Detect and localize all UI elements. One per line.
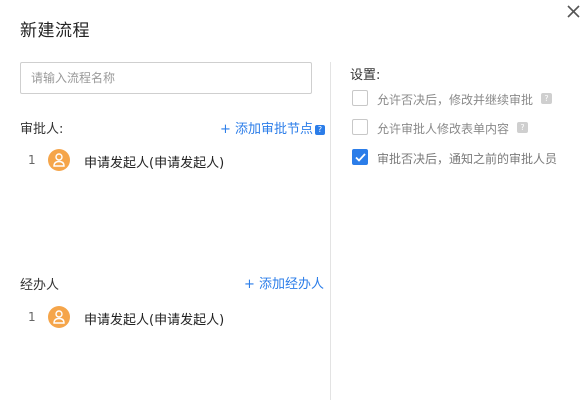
- new-process-dialog: 新建流程 审批人: + 添加审批节点? 1 申请发起人(申请发起人) 经办人 +…: [0, 0, 588, 400]
- option-notify-previous-approvers[interactable]: 审批否决后，通知之前的审批人员: [352, 149, 582, 169]
- checkbox[interactable]: [352, 90, 368, 106]
- user-icon: [48, 306, 70, 328]
- handler-name: 申请发起人(申请发起人): [84, 313, 225, 328]
- approver-row: 1 申请发起人(申请发起人): [20, 149, 320, 173]
- checkbox[interactable]: [352, 119, 368, 135]
- approvers-label: 审批人:: [20, 122, 64, 137]
- handler-row: 1 申请发起人(申请发起人): [20, 306, 320, 330]
- row-index: 1: [28, 153, 36, 167]
- checkbox-checked[interactable]: [352, 149, 368, 165]
- user-icon: [48, 149, 70, 171]
- option-label: 允许审批人修改表单内容: [377, 122, 510, 136]
- add-approval-node-link[interactable]: + 添加审批节点?: [220, 118, 326, 137]
- add-approval-node-label: + 添加审批节点: [220, 122, 314, 137]
- row-index: 1: [28, 310, 36, 324]
- settings-label: 设置:: [350, 68, 381, 83]
- option-label: 审批否决后，通知之前的审批人员: [377, 152, 558, 166]
- dialog-title: 新建流程: [20, 21, 90, 41]
- question-icon[interactable]: ?: [315, 125, 326, 135]
- add-handler-link[interactable]: + 添加经办人: [244, 273, 324, 292]
- handlers-label: 经办人: [20, 278, 60, 293]
- process-name-input[interactable]: [20, 62, 312, 94]
- close-button[interactable]: [562, 0, 584, 22]
- option-label: 允许否决后，修改并继续审批: [377, 93, 534, 107]
- option-allow-edit-form[interactable]: 允许审批人修改表单内容 ?: [352, 119, 582, 139]
- question-icon[interactable]: ?: [541, 93, 552, 104]
- approver-name: 申请发起人(申请发起人): [84, 156, 225, 171]
- option-allow-modify-after-reject[interactable]: 允许否决后，修改并继续审批 ?: [352, 90, 582, 110]
- check-icon: [355, 153, 366, 162]
- close-icon: [567, 5, 580, 18]
- column-divider: [330, 62, 331, 400]
- question-icon[interactable]: ?: [517, 122, 528, 133]
